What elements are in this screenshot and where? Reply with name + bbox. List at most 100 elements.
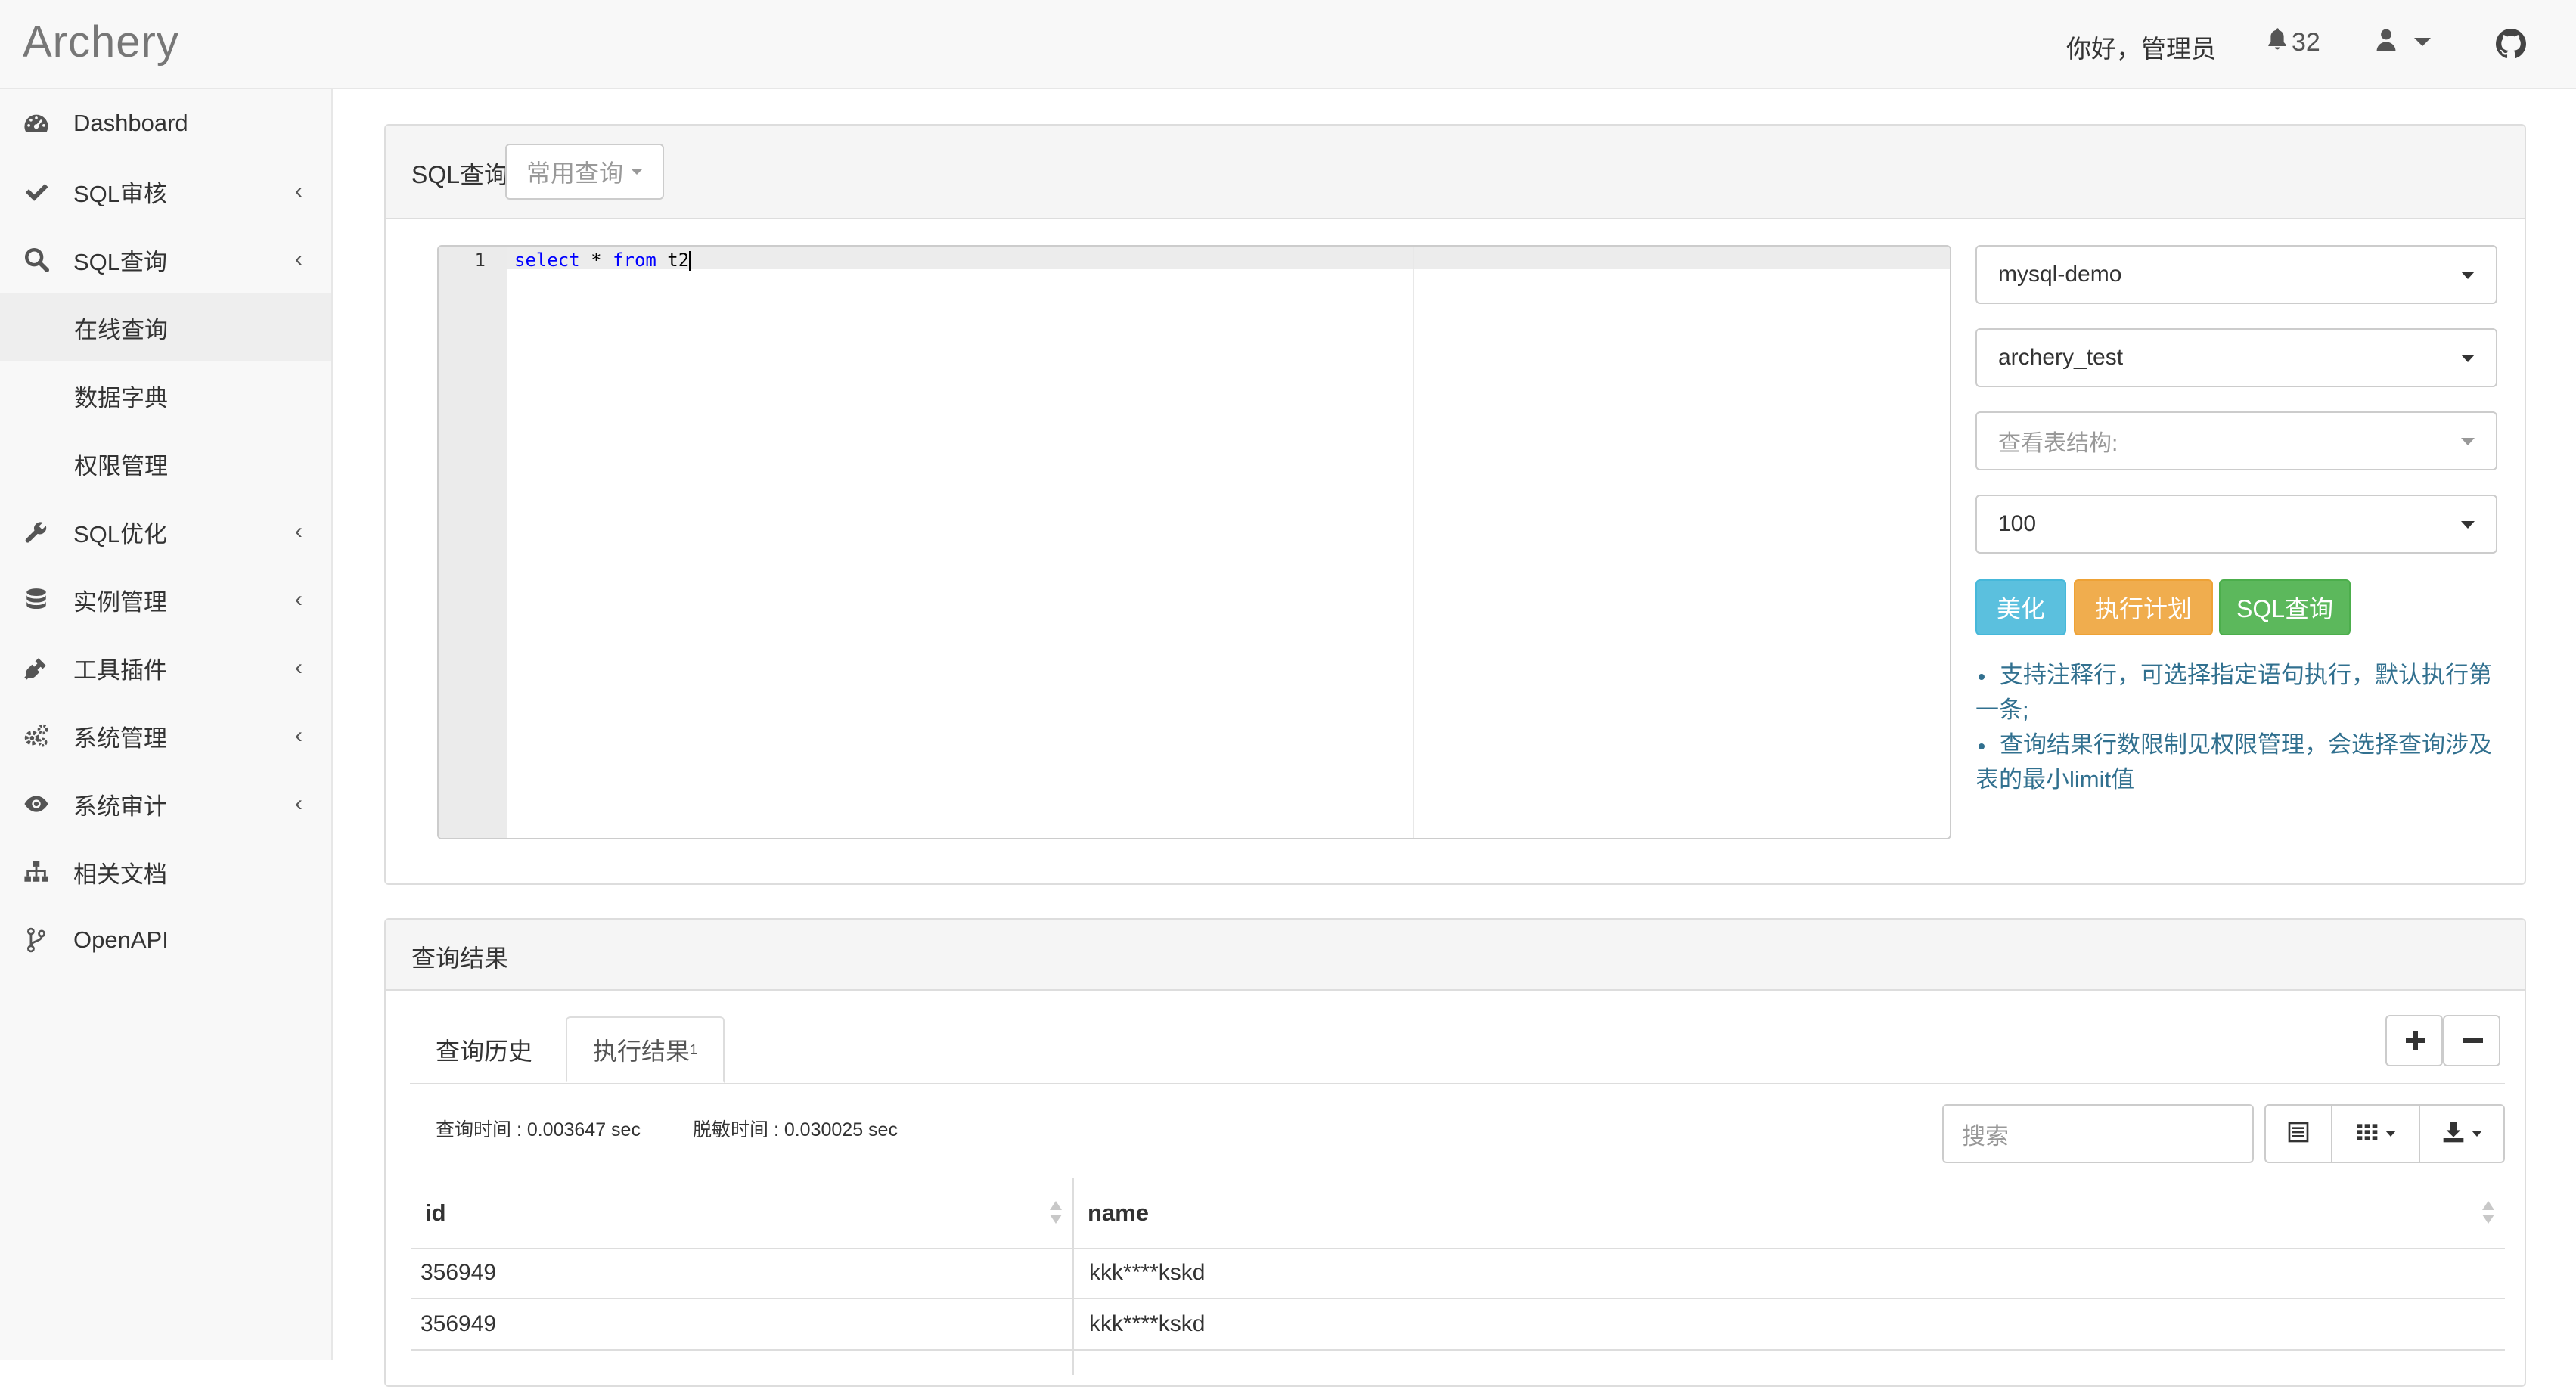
sidebar-item-label: 权限管理: [74, 452, 168, 479]
top-navbar: Archery 你好，管理员 32: [0, 0, 2576, 89]
panel-heading: SQL查询 常用查询: [386, 126, 2525, 219]
sql-query-panel: SQL查询 常用查询 1 select * from t2 mysql-demo…: [384, 124, 2526, 885]
brand-logo[interactable]: Archery: [23, 17, 179, 67]
greeting-text: 你好，管理员: [2066, 35, 2216, 63]
sidebar-item-tools-plugins[interactable]: 工具插件 ‹: [0, 634, 331, 702]
panel-title: SQL查询: [411, 161, 509, 188]
plug-icon: [23, 654, 50, 681]
database-select[interactable]: archery_test: [1975, 328, 2497, 387]
caret-down-icon: [2472, 1131, 2482, 1137]
sidebar-item-label: Dashboard: [73, 110, 188, 136]
sidebar-item-sql-optimize[interactable]: SQL优化 ‹: [0, 498, 331, 566]
caret-down-icon: [2461, 355, 2475, 362]
export-button[interactable]: [2419, 1104, 2505, 1163]
text-cursor: [689, 251, 691, 271]
chevron-left-icon: ‹: [295, 587, 303, 612]
sidebar: Dashboard SQL审核 ‹ SQL查询 ‹ 在线查询 数据字典 权限管理…: [0, 89, 333, 1360]
chevron-left-icon: ‹: [295, 655, 303, 680]
result-tabs: 查询历史 执行结果 1: [410, 1016, 2505, 1084]
toggle-view-button[interactable]: [2264, 1104, 2332, 1163]
sidebar-item-label: 数据字典: [74, 384, 168, 411]
branch-icon: [23, 926, 50, 954]
tip-item: 支持注释行，可选择指定语句执行，默认执行第一条;: [1975, 658, 2497, 728]
columns-toggle-button[interactable]: [2331, 1104, 2420, 1163]
code-keyword: from: [613, 250, 656, 271]
column-header-name[interactable]: name: [1074, 1178, 2505, 1248]
table-row: 356949 kkk****kskd: [411, 1248, 2505, 1299]
instance-select[interactable]: mysql-demo: [1975, 245, 2497, 304]
table-cell: 356949: [421, 1260, 497, 1285]
sidebar-item-data-dictionary[interactable]: 数据字典: [0, 361, 331, 430]
sidebar-item-label: 系统审计: [73, 793, 167, 820]
sort-icon: [1050, 1201, 1062, 1225]
instance-select-value: mysql-demo: [1998, 262, 2122, 287]
chevron-down-icon: [2414, 38, 2431, 46]
sidebar-item-dashboard[interactable]: Dashboard: [0, 89, 331, 157]
column-header-label: id: [425, 1199, 446, 1226]
limit-select-value: 100: [1998, 511, 2037, 536]
sidebar-item-label: 系统管理: [73, 725, 167, 752]
chevron-left-icon: ‹: [295, 723, 303, 748]
sidebar-item-privilege-management[interactable]: 权限管理: [0, 430, 331, 498]
notifications-button[interactable]: 32: [2266, 27, 2320, 58]
sidebar-item-label: SQL审核: [73, 180, 168, 207]
query-time: 查询时间 : 0.003647 sec: [436, 1119, 641, 1140]
common-query-label: 常用查询: [526, 160, 623, 187]
table-cell: kkk****kskd: [1089, 1311, 1206, 1336]
dashboard-icon: [23, 110, 50, 137]
github-icon[interactable]: [2496, 29, 2526, 59]
table-row: 356949 kkk****kskd: [411, 1299, 2505, 1351]
sidebar-item-instance-management[interactable]: 实例管理 ‹: [0, 566, 331, 634]
bullet-icon: [1979, 743, 1985, 749]
beautify-button[interactable]: 美化: [1975, 579, 2066, 635]
editor-gutter: [439, 247, 507, 838]
user-icon: [2375, 27, 2398, 57]
tip-text: 支持注释行，可选择指定语句执行，默认执行第一条;: [1975, 662, 2492, 723]
caret-down-icon: [2385, 1131, 2396, 1137]
sitemap-icon: [23, 858, 50, 886]
search-icon: [23, 246, 50, 273]
sidebar-item-docs[interactable]: 相关文档: [0, 838, 331, 906]
sidebar-item-openapi[interactable]: OpenAPI: [0, 906, 331, 974]
list-view-icon: [2286, 1120, 2311, 1148]
chevron-left-icon: ‹: [295, 519, 303, 544]
print-margin: [1413, 247, 1414, 838]
sidebar-item-label: 实例管理: [73, 588, 167, 616]
remove-tab-button[interactable]: [2443, 1015, 2500, 1066]
add-tab-button[interactable]: [2385, 1015, 2443, 1066]
editor-code[interactable]: select * from t2: [514, 250, 691, 271]
tab-query-history[interactable]: 查询历史: [410, 1016, 558, 1083]
user-menu-button[interactable]: [2375, 27, 2431, 57]
tab-label: 查询历史: [436, 1038, 533, 1065]
sidebar-item-system-management[interactable]: 系统管理 ‹: [0, 702, 331, 770]
check-icon: [23, 178, 50, 205]
table-structure-select[interactable]: 查看表结构:: [1975, 411, 2497, 470]
active-line-highlight: [507, 247, 1950, 269]
caret-down-icon: [631, 169, 643, 175]
table-header: id name: [411, 1178, 2505, 1249]
tab-label: 执行结果: [593, 1038, 691, 1065]
sidebar-item-sql-review[interactable]: SQL审核 ‹: [0, 157, 331, 225]
limit-select[interactable]: 100: [1975, 495, 2497, 554]
code-keyword: select: [514, 250, 580, 271]
bell-icon: [2266, 27, 2289, 58]
column-header-id[interactable]: id: [411, 1178, 1072, 1248]
sidebar-item-online-query[interactable]: 在线查询: [0, 293, 331, 361]
result-search-input[interactable]: 搜索: [1942, 1104, 2254, 1163]
code-text: *: [579, 250, 613, 271]
panel-title: 查询结果: [411, 945, 509, 972]
common-query-dropdown[interactable]: 常用查询: [505, 144, 664, 200]
sidebar-item-label: SQL查询: [73, 248, 168, 275]
sidebar-item-system-audit[interactable]: 系统审计 ‹: [0, 770, 331, 838]
table-structure-placeholder: 查看表结构:: [1998, 431, 2118, 456]
sql-query-button[interactable]: SQL查询: [2219, 579, 2351, 635]
chevron-left-icon: ‹: [295, 247, 303, 272]
tab-execution-result[interactable]: 执行结果 1: [566, 1016, 725, 1083]
download-icon: [2441, 1120, 2466, 1148]
sql-editor[interactable]: 1 select * from t2: [437, 245, 1951, 839]
sidebar-item-sql-query[interactable]: SQL查询 ‹: [0, 225, 331, 293]
sidebar-item-label: 相关文档: [73, 861, 167, 888]
table-cell: 356949: [421, 1311, 497, 1336]
tip-text: 查询结果行数限制见权限管理，会选择查询涉及表的最小limit值: [1975, 731, 2492, 793]
explain-button[interactable]: 执行计划: [2074, 579, 2213, 635]
